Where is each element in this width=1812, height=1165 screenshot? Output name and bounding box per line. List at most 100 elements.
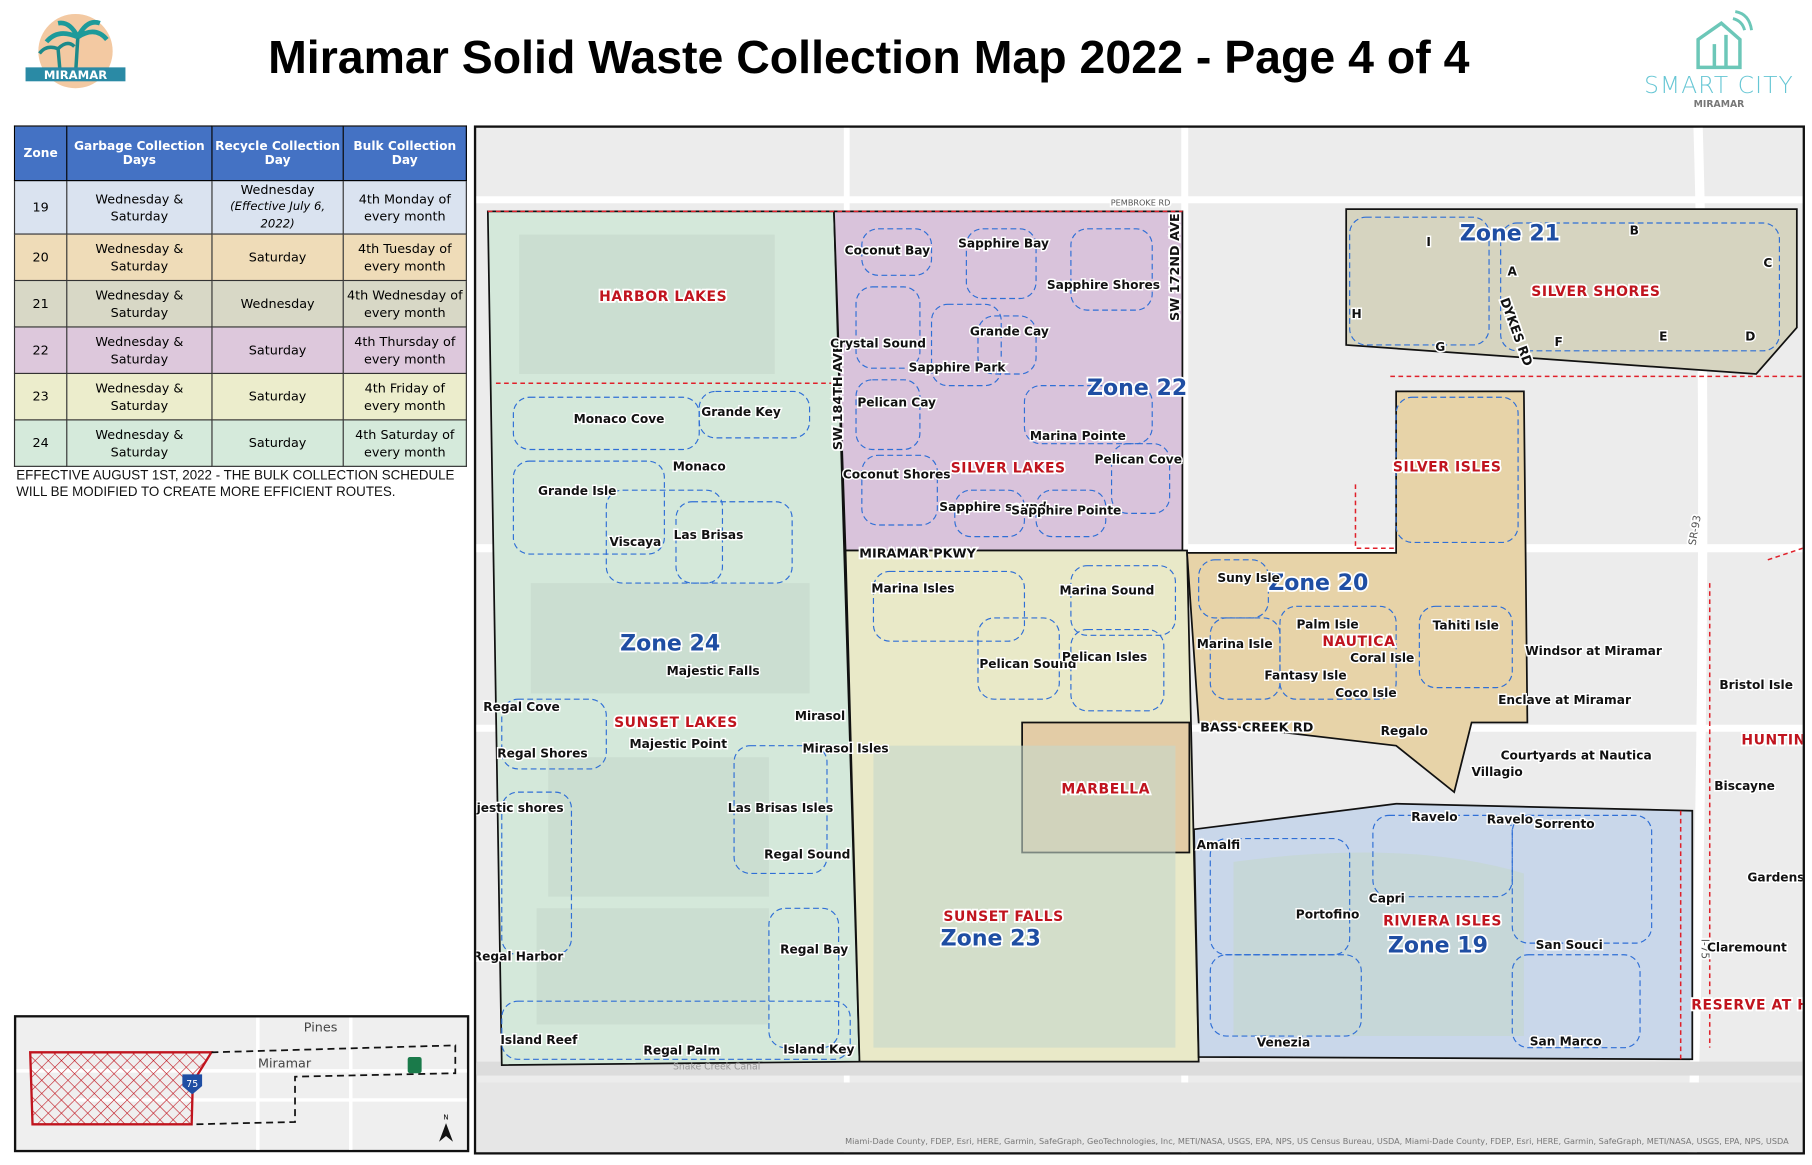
neighborhood-label: Marina Sound bbox=[1059, 584, 1154, 598]
inset-label-pines: Pines bbox=[304, 1020, 338, 1035]
neighborhood-label: Island Key bbox=[783, 1042, 854, 1056]
neighborhood-label: Sorrento bbox=[1534, 817, 1594, 831]
neighborhood-label: Marina Isles bbox=[871, 581, 954, 595]
recycle-cell: Wednesday (Effective July 6, 2022) bbox=[211, 180, 344, 235]
schedule-note: EFFECTIVE AUGUST 1ST, 2022 - THE BULK CO… bbox=[16, 469, 455, 500]
community-label: SUNSET FALLS bbox=[943, 909, 1063, 925]
neighborhood-label: Regal Harbor bbox=[476, 950, 563, 964]
zone-label: Zone 24 bbox=[620, 631, 720, 656]
neighborhood-label: Marina Pointe bbox=[1030, 429, 1126, 443]
miramar-logo: MIRAMAR bbox=[23, 12, 128, 91]
neighborhood-label: Regal Sound bbox=[764, 847, 850, 861]
neighborhood-label: Palm Isle bbox=[1297, 617, 1359, 631]
recycle-cell: Saturday bbox=[211, 419, 344, 467]
community-label: SILVER LAKES bbox=[951, 461, 1066, 477]
zone-cell-text: 23 bbox=[32, 389, 49, 405]
neighborhood-label: Regal Bay bbox=[780, 943, 848, 957]
community-label: SILVER SHORES bbox=[1531, 284, 1660, 300]
garbage-cell-text: Wednesday & Saturday bbox=[95, 380, 184, 413]
neighborhood-label: Capri bbox=[1369, 891, 1405, 905]
neighborhood-label: Grande Isle bbox=[538, 484, 616, 498]
zone-cell-text: 24 bbox=[32, 435, 49, 451]
neighborhood-label: Grande Key bbox=[701, 405, 781, 419]
community-label: HUNTIN bbox=[1741, 733, 1802, 749]
bulk-cell-text: 4th Saturday of every month bbox=[355, 426, 455, 460]
garbage-cell: Wednesday & Saturday bbox=[66, 279, 213, 328]
neighborhood-label: Majestic Falls bbox=[667, 664, 760, 678]
bulk-cell: 4th Friday of every month bbox=[342, 372, 467, 421]
smart-city-subtext: MIRAMAR bbox=[1693, 98, 1745, 110]
section-label: H bbox=[1352, 307, 1362, 321]
neighborhood-label: Majestic shores bbox=[476, 801, 563, 815]
recycle-note: (Effective July 6, 2022) bbox=[230, 200, 326, 232]
neighborhood-label: Sapphire Pointe bbox=[1011, 504, 1121, 518]
bulk-cell-text: 4th Friday of every month bbox=[363, 380, 446, 413]
neighborhood-label: Coco Isle bbox=[1335, 686, 1396, 700]
logo-text: MIRAMAR bbox=[44, 68, 107, 82]
col-garbage: Garbage Collection Days bbox=[66, 125, 213, 182]
section-label: B bbox=[1630, 224, 1639, 238]
zone-cell-text: 20 bbox=[32, 249, 49, 265]
collection-map[interactable]: Zone 24 Zone 22 Zone 23 Zone 20 Zone 21 Zone … bbox=[473, 125, 1805, 1155]
neighborhood-label: Enclave at Miramar bbox=[1498, 693, 1631, 707]
zone-label: Zone 22 bbox=[1087, 376, 1187, 401]
zone-cell-text: 21 bbox=[32, 296, 49, 312]
neighborhood-label: Monaco Cove bbox=[574, 412, 665, 426]
recycle-cell: Saturday bbox=[211, 326, 344, 375]
zone-label: Zone 19 bbox=[1388, 933, 1488, 958]
neighborhood-label: Tahiti Isle bbox=[1433, 619, 1499, 633]
neighborhood-label: Pelican Cay bbox=[857, 396, 936, 410]
section-label: E bbox=[1659, 329, 1667, 343]
map-attribution: Miami-Dade County, FDEP, Esri, HERE, Gar… bbox=[845, 1136, 1789, 1146]
neighborhood-label: Portofino bbox=[1296, 908, 1360, 922]
highlighted-area bbox=[28, 1051, 214, 1126]
neighborhood-label: Biscayne bbox=[1714, 779, 1775, 793]
recycle-cell-text: Saturday bbox=[248, 435, 307, 451]
interstate-number: 75 bbox=[186, 1079, 198, 1090]
recycle-cell-text: Saturday bbox=[248, 389, 307, 405]
zone-cell: 19 bbox=[13, 180, 68, 235]
recycle-cell: Wednesday bbox=[211, 279, 344, 328]
locator-inset-map: Pines Miramar 75 N bbox=[13, 1015, 470, 1153]
neighborhood-label: Windsor at Miramar bbox=[1525, 644, 1662, 658]
neighborhood-label: Pelican Isles bbox=[1062, 650, 1147, 664]
neighborhood-label: Villagio bbox=[1472, 765, 1523, 779]
neighborhood-label: Coconut Shores bbox=[843, 468, 951, 482]
recycle-cell-text: Saturday bbox=[248, 249, 307, 265]
table-row: 23 Wednesday & Saturday Saturday 4th Friday… bbox=[13, 372, 467, 421]
neighborhood-label: San Marco bbox=[1530, 1034, 1602, 1048]
community-label: NAUTICA bbox=[1322, 634, 1395, 650]
community-label: SUNSET LAKES bbox=[614, 715, 738, 731]
garbage-cell-text: Wednesday & Saturday bbox=[95, 191, 184, 224]
canal-label: Snake Creek Canal bbox=[673, 1062, 760, 1073]
neighborhood-label: Monaco bbox=[673, 459, 726, 473]
neighborhood-label: Viscaya bbox=[609, 535, 661, 549]
neighborhood-label: Regal Palm bbox=[643, 1044, 720, 1058]
col-bulk: Bulk Collection Day bbox=[342, 125, 467, 182]
smart-city-text: SMART CITY bbox=[1644, 70, 1794, 99]
neighborhood-label: Suny Isle bbox=[1217, 571, 1280, 585]
recycle-cell: Saturday bbox=[211, 233, 344, 282]
neighborhood-label: Fantasy Isle bbox=[1264, 668, 1346, 682]
neighborhood-label: Crystal Sound bbox=[830, 336, 926, 350]
smart-home-icon bbox=[1696, 10, 1753, 70]
page-title: Miramar Solid Waste Collection Map 2022 … bbox=[268, 32, 1470, 84]
neighborhood-label: Gardens bbox=[1747, 871, 1802, 885]
neighborhood-label: Coral Isle bbox=[1350, 651, 1414, 665]
neighborhood-label: Sapphire Bay bbox=[958, 236, 1049, 250]
neighborhood-label: Ravelo bbox=[1487, 813, 1533, 827]
table-row: 21 Wednesday & Saturday Wednesday 4th Wedne… bbox=[13, 279, 467, 328]
inset-label-miramar: Miramar bbox=[258, 1056, 312, 1071]
neighborhood-label: Bristol Isle bbox=[1719, 678, 1793, 692]
zone-cell: 20 bbox=[13, 233, 68, 282]
neighborhood-label: Regal Shores bbox=[497, 746, 587, 760]
neighborhood-label: San Souci bbox=[1536, 938, 1603, 952]
garbage-cell-text: Wednesday & Saturday bbox=[95, 287, 184, 320]
turnpike-shield-icon bbox=[407, 1056, 422, 1074]
neighborhood-label: Claremount bbox=[1707, 940, 1787, 954]
zone-label: Zone 20 bbox=[1268, 571, 1368, 596]
garbage-cell: Wednesday & Saturday bbox=[66, 233, 213, 282]
neighborhood-label: Coconut Bay bbox=[845, 243, 930, 257]
zone-cell: 23 bbox=[13, 372, 68, 421]
neighborhood-label: Regal Cove bbox=[483, 700, 560, 714]
